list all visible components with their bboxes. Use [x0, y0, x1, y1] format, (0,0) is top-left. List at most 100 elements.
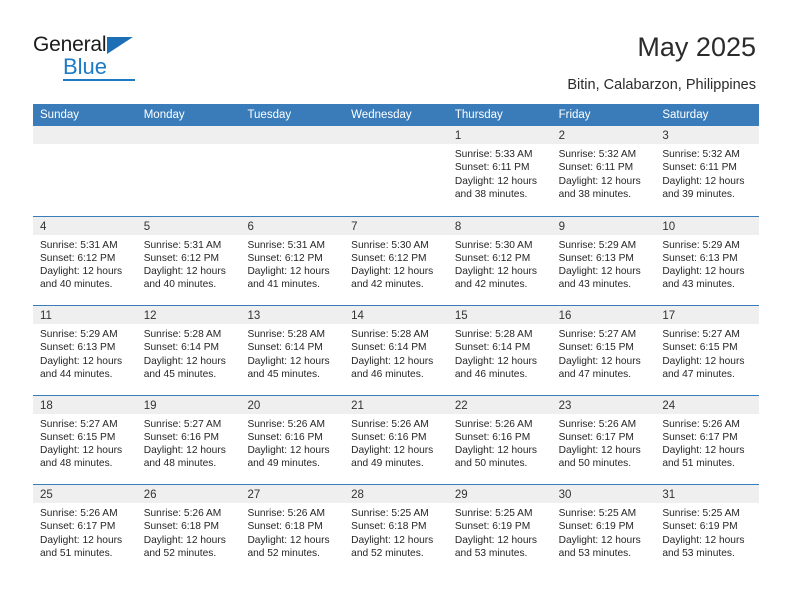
- calendar-week-row: 18 Sunrise: 5:27 AM Sunset: 6:15 PM Dayligh…: [33, 394, 760, 484]
- day-details: Sunrise: 5:32 AM Sunset: 6:11 PM Daylight:…: [552, 144, 656, 201]
- calendar-day-cell[interactable]: 3 Sunrise: 5:32 AM Sunset: 6:11 PM Daylight…: [655, 126, 760, 216]
- day-details: Sunrise: 5:27 AM Sunset: 6:15 PM Daylight:…: [33, 414, 137, 471]
- daylight-text: Daylight: 12 hours and 53 minutes.: [662, 534, 745, 559]
- sunset-text: Sunset: 6:14 PM: [454, 342, 531, 354]
- day-number: 15: [447, 306, 552, 324]
- sunset-text: Sunset: 6:17 PM: [558, 431, 634, 443]
- weekday-header-row: Sunday Monday Tuesday Wednesday Thursday…: [33, 104, 759, 126]
- calendar-day-cell[interactable]: 22 Sunrise: 5:26 AM Sunset: 6:16 PM Dayligh…: [447, 395, 552, 484]
- page-title: May 2025: [637, 32, 756, 62]
- calendar-day-cell[interactable]: 25 Sunrise: 5:26 AM Sunset: 6:17 PM Dayligh…: [33, 485, 137, 574]
- calendar-day-cell[interactable]: 12 Sunrise: 5:28 AM Sunset: 6:14 PM Dayligh…: [136, 306, 241, 395]
- calendar-day-cell-empty: [33, 126, 137, 216]
- sunrise-text: Sunrise: 5:26 AM: [247, 508, 326, 519]
- day-number: 4: [33, 216, 137, 235]
- day-details: Sunrise: 5:28 AM Sunset: 6:14 PM Daylight:…: [240, 324, 344, 381]
- daylight-text: Daylight: 12 hours and 49 minutes.: [247, 445, 330, 470]
- page-header: General Blue May 2025 Bitin, Calabarzon,…: [0, 0, 792, 104]
- day-number: 6: [240, 216, 345, 235]
- daylight-text: Daylight: 12 hours and 52 minutes.: [143, 534, 226, 559]
- sunrise-text: Sunrise: 5:25 AM: [454, 508, 533, 519]
- daylight-text: Daylight: 12 hours and 43 minutes.: [662, 266, 745, 291]
- calendar-day-cell[interactable]: 21 Sunrise: 5:26 AM Sunset: 6:16 PM Dayligh…: [344, 395, 448, 484]
- day-details: Sunrise: 5:30 AM Sunset: 6:12 PM Daylight:…: [344, 235, 448, 292]
- weekday-header-friday: Friday: [558, 109, 591, 121]
- sunrise-text: Sunrise: 5:31 AM: [143, 239, 222, 251]
- day-details: Sunrise: 5:26 AM Sunset: 6:17 PM Daylight:…: [33, 503, 137, 560]
- sunset-text: Sunset: 6:15 PM: [558, 342, 634, 354]
- day-details: Sunrise: 5:26 AM Sunset: 6:17 PM Daylight:…: [655, 414, 759, 471]
- calendar-day-cell[interactable]: 11 Sunrise: 5:29 AM Sunset: 6:13 PM Dayligh…: [33, 306, 137, 395]
- day-number: 19: [136, 395, 241, 414]
- sunset-text: Sunset: 6:13 PM: [40, 342, 116, 354]
- weekday-header-wednesday: Wednesday: [351, 109, 412, 121]
- calendar-day-cell[interactable]: 30 Sunrise: 5:25 AM Sunset: 6:19 PM Dayligh…: [551, 485, 656, 574]
- sunset-text: Sunset: 6:17 PM: [662, 431, 738, 443]
- sunrise-text: Sunrise: 5:27 AM: [558, 329, 637, 340]
- day-details: Sunrise: 5:31 AM Sunset: 6:12 PM Daylight:…: [240, 235, 344, 292]
- sunset-text: Sunset: 6:11 PM: [662, 162, 737, 174]
- calendar-day-cell[interactable]: 27 Sunrise: 5:26 AM Sunset: 6:18 PM Dayligh…: [240, 485, 345, 574]
- daylight-text: Daylight: 12 hours and 46 minutes.: [351, 355, 434, 380]
- calendar-day-cell[interactable]: 16 Sunrise: 5:27 AM Sunset: 6:15 PM Dayligh…: [551, 306, 656, 395]
- day-number: [33, 126, 137, 144]
- day-number: 29: [447, 485, 552, 503]
- day-details: Sunrise: 5:25 AM Sunset: 6:19 PM Daylight:…: [655, 503, 759, 560]
- sunrise-text: Sunrise: 5:27 AM: [662, 329, 740, 340]
- daylight-text: Daylight: 12 hours and 45 minutes.: [143, 355, 226, 380]
- calendar-week-row: 4 Sunrise: 5:31 AM Sunset: 6:12 PM Daylight…: [33, 215, 760, 305]
- day-number: 14: [344, 306, 448, 324]
- general-blue-logo: General Blue: [33, 33, 173, 83]
- day-details: Sunrise: 5:26 AM Sunset: 6:16 PM Daylight:…: [240, 414, 344, 471]
- calendar-day-cell[interactable]: 23 Sunrise: 5:26 AM Sunset: 6:17 PM Dayligh…: [551, 395, 656, 484]
- sunrise-text: Sunrise: 5:26 AM: [454, 418, 533, 430]
- calendar-day-cell[interactable]: 15 Sunrise: 5:28 AM Sunset: 6:14 PM Dayligh…: [447, 306, 552, 395]
- location-subtitle: Bitin, Calabarzon, Philippines: [567, 77, 756, 93]
- day-details: Sunrise: 5:26 AM Sunset: 6:17 PM Daylight:…: [552, 414, 656, 471]
- calendar-day-cell[interactable]: 20 Sunrise: 5:26 AM Sunset: 6:16 PM Dayligh…: [240, 395, 345, 484]
- calendar-weeks: 1 Sunrise: 5:33 AM Sunset: 6:11 PM Daylight…: [33, 126, 760, 574]
- calendar-grid: Sunday Monday Tuesday Wednesday Thursday…: [33, 104, 760, 574]
- calendar-day-cell[interactable]: 5 Sunrise: 5:31 AM Sunset: 6:12 PM Daylight…: [136, 216, 241, 305]
- sunset-text: Sunset: 6:12 PM: [351, 252, 427, 264]
- calendar-day-cell[interactable]: 29 Sunrise: 5:25 AM Sunset: 6:19 PM Dayligh…: [447, 485, 552, 574]
- day-details: Sunrise: 5:27 AM Sunset: 6:16 PM Daylight:…: [137, 414, 241, 471]
- day-number: 8: [447, 216, 552, 235]
- weekday-header-monday: Monday: [143, 109, 185, 121]
- daylight-text: Daylight: 12 hours and 38 minutes.: [558, 175, 641, 200]
- calendar-day-cell[interactable]: 1 Sunrise: 5:33 AM Sunset: 6:11 PM Daylight…: [447, 126, 552, 216]
- sunrise-text: Sunrise: 5:26 AM: [247, 418, 326, 430]
- calendar-day-cell[interactable]: 19 Sunrise: 5:27 AM Sunset: 6:16 PM Dayligh…: [136, 395, 241, 484]
- day-number: 25: [33, 485, 137, 503]
- calendar-day-cell[interactable]: 8 Sunrise: 5:30 AM Sunset: 6:12 PM Daylight…: [447, 216, 552, 305]
- calendar-day-cell[interactable]: 28 Sunrise: 5:25 AM Sunset: 6:18 PM Dayligh…: [344, 485, 448, 574]
- day-number: 16: [551, 306, 656, 324]
- calendar-day-cell[interactable]: 24 Sunrise: 5:26 AM Sunset: 6:17 PM Dayligh…: [655, 395, 760, 484]
- sunrise-text: Sunrise: 5:26 AM: [662, 418, 740, 430]
- sunrise-text: Sunrise: 5:28 AM: [143, 329, 222, 340]
- calendar-day-cell-empty: [240, 126, 345, 216]
- day-details: Sunrise: 5:33 AM Sunset: 6:11 PM Daylight:…: [448, 144, 552, 201]
- calendar-day-cell[interactable]: 7 Sunrise: 5:30 AM Sunset: 6:12 PM Daylight…: [344, 216, 448, 305]
- sunrise-text: Sunrise: 5:26 AM: [558, 418, 637, 430]
- calendar-day-cell[interactable]: 10 Sunrise: 5:29 AM Sunset: 6:13 PM Dayligh…: [655, 216, 760, 305]
- sunset-text: Sunset: 6:17 PM: [40, 521, 116, 533]
- calendar-day-cell[interactable]: 4 Sunrise: 5:31 AM Sunset: 6:12 PM Daylight…: [33, 216, 137, 305]
- calendar-day-cell[interactable]: 18 Sunrise: 5:27 AM Sunset: 6:15 PM Dayligh…: [33, 395, 137, 484]
- calendar-day-cell[interactable]: 9 Sunrise: 5:29 AM Sunset: 6:13 PM Daylight…: [551, 216, 656, 305]
- calendar-week-row: 1 Sunrise: 5:33 AM Sunset: 6:11 PM Daylight…: [33, 126, 760, 216]
- day-number: 27: [240, 485, 345, 503]
- calendar-day-cell[interactable]: 31 Sunrise: 5:25 AM Sunset: 6:19 PM Dayligh…: [655, 485, 760, 574]
- sunset-text: Sunset: 6:16 PM: [247, 431, 323, 443]
- day-number: 28: [344, 485, 448, 503]
- calendar-day-cell[interactable]: 14 Sunrise: 5:28 AM Sunset: 6:14 PM Dayligh…: [344, 306, 448, 395]
- calendar-day-cell[interactable]: 13 Sunrise: 5:28 AM Sunset: 6:14 PM Dayligh…: [240, 306, 345, 395]
- calendar-day-cell[interactable]: 2 Sunrise: 5:32 AM Sunset: 6:11 PM Daylight…: [551, 126, 656, 216]
- sunset-text: Sunset: 6:19 PM: [558, 521, 634, 533]
- calendar-day-cell[interactable]: 26 Sunrise: 5:26 AM Sunset: 6:18 PM Dayligh…: [136, 485, 241, 574]
- calendar-day-cell[interactable]: 17 Sunrise: 5:27 AM Sunset: 6:15 PM Dayligh…: [655, 306, 760, 395]
- logo-triangle-icon: [107, 37, 133, 54]
- daylight-text: Daylight: 12 hours and 39 minutes.: [662, 175, 745, 200]
- sunset-text: Sunset: 6:12 PM: [143, 252, 220, 264]
- calendar-day-cell[interactable]: 6 Sunrise: 5:31 AM Sunset: 6:12 PM Daylight…: [240, 216, 345, 305]
